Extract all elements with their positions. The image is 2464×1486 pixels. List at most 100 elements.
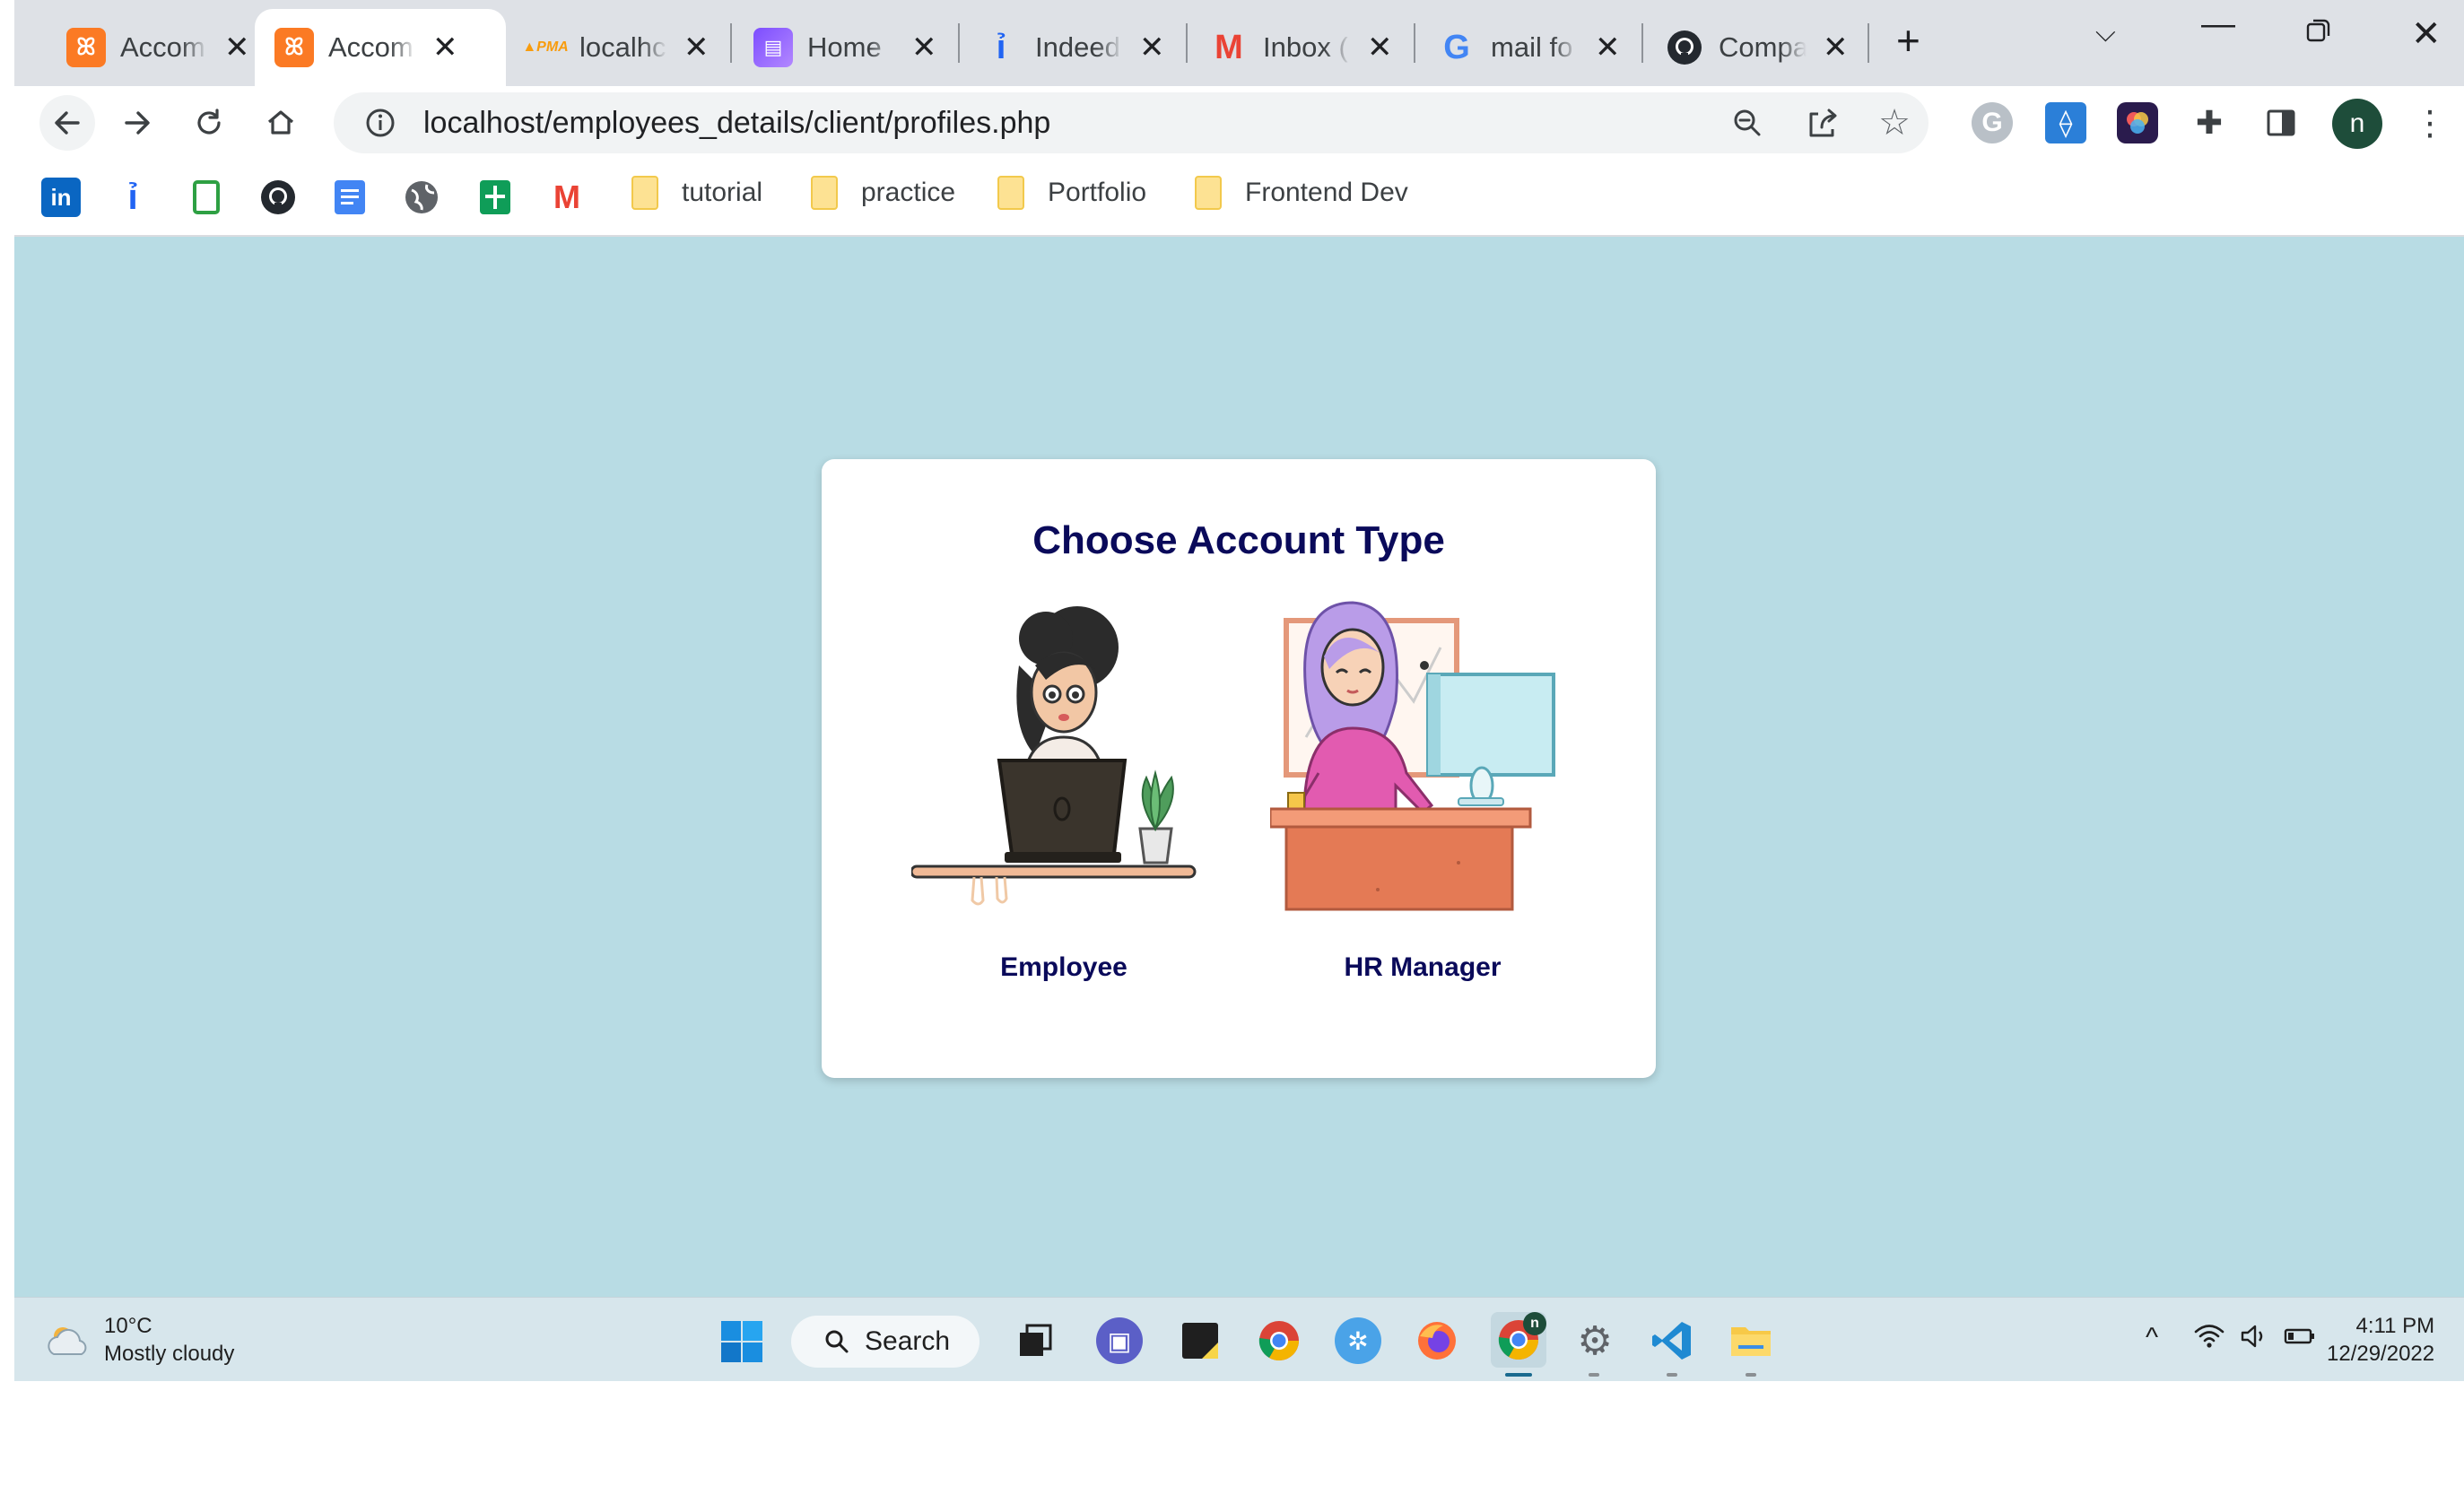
home-button[interactable] bbox=[257, 99, 305, 147]
search-icon bbox=[825, 1330, 849, 1353]
firefox-icon[interactable] bbox=[1414, 1317, 1460, 1364]
forward-button[interactable] bbox=[113, 99, 161, 147]
phpmyadmin-icon: ▲PMA bbox=[522, 39, 569, 55]
new-tab-button[interactable]: + bbox=[1896, 20, 1920, 61]
close-icon[interactable]: ✕ bbox=[432, 32, 458, 63]
tab-separator bbox=[1868, 23, 1869, 63]
settings-gear-icon[interactable]: ⚙ bbox=[1572, 1317, 1618, 1364]
system-clock[interactable]: 4:11 PM 12/29/2022 bbox=[2327, 1312, 2434, 1368]
tab-strip: ꕤ Accom ✕ ꕤ Accom ✕ ▲PMA localhc ✕ ▤ Hom… bbox=[14, 0, 2464, 86]
employee-label[interactable]: Employee bbox=[911, 952, 1216, 983]
sheets-icon[interactable] bbox=[475, 178, 515, 217]
running-indicator bbox=[1589, 1373, 1599, 1377]
tab-title: localhc bbox=[579, 31, 666, 63]
profile-avatar[interactable]: n bbox=[2332, 99, 2382, 149]
sticky-notes-icon[interactable] bbox=[1177, 1317, 1223, 1364]
indeed-icon[interactable]: ỉ bbox=[113, 178, 152, 217]
close-icon[interactable]: ✕ bbox=[224, 32, 250, 63]
tab-separator bbox=[1414, 23, 1415, 63]
weather-temperature: 10°C bbox=[104, 1314, 152, 1338]
tab-search-chevron-icon[interactable]: ⌵ bbox=[2095, 20, 2116, 47]
extensions-puzzle-icon[interactable]: ✚ bbox=[2189, 102, 2230, 143]
bookmark-star-icon[interactable]: ☆ bbox=[1873, 101, 1916, 144]
share-icon[interactable] bbox=[1801, 101, 1844, 144]
tab-6[interactable]: M Inbox ( ✕ bbox=[1189, 9, 1413, 86]
tab-title: Inbox ( bbox=[1263, 31, 1348, 63]
task-view-icon[interactable] bbox=[1012, 1317, 1058, 1364]
menu-kebab-icon[interactable]: ⋮ bbox=[2409, 102, 2451, 143]
close-icon[interactable]: ✕ bbox=[911, 32, 937, 63]
hr-manager-option[interactable]: HR Manager bbox=[1270, 594, 1575, 988]
gmail-icon[interactable]: M bbox=[547, 178, 587, 217]
bookmarks-bar: in ỉ M tutorial practice Portfolio Front… bbox=[14, 160, 2464, 237]
restore-button[interactable] bbox=[2305, 16, 2332, 50]
linkedin-icon[interactable]: in bbox=[41, 178, 81, 217]
tie-extension-icon[interactable]: ⟠ bbox=[2045, 102, 2086, 143]
url-text[interactable]: localhost/employees_details/client/profi… bbox=[423, 106, 1050, 141]
windows-taskbar: 10°C Mostly cloudy Search ▣ ✲ n ⚙ ^ 4:11… bbox=[14, 1297, 2464, 1381]
minimize-button[interactable]: — bbox=[2201, 7, 2235, 41]
folder-icon bbox=[997, 176, 1024, 210]
vscode-icon[interactable] bbox=[1649, 1317, 1695, 1364]
bookmark-folder-portfolio[interactable]: Portfolio bbox=[997, 176, 1146, 210]
github-icon bbox=[1665, 28, 1704, 67]
tab-title: Indeed bbox=[1035, 31, 1120, 63]
globe-icon[interactable] bbox=[402, 178, 441, 217]
clock-date: 12/29/2022 bbox=[2327, 1342, 2435, 1366]
battery-icon[interactable] bbox=[2284, 1323, 2316, 1357]
weather-widget[interactable]: 10°C Mostly cloudy bbox=[45, 1312, 234, 1368]
bookmark-folder-label: Portfolio bbox=[1048, 178, 1147, 207]
profile-badge: n bbox=[1523, 1312, 1546, 1335]
clapperboard-icon: ▤ bbox=[753, 28, 793, 67]
tab-1[interactable]: ꕤ Accom ✕ bbox=[47, 9, 270, 86]
tab-4[interactable]: ▤ Home ✕ bbox=[734, 9, 957, 86]
close-icon[interactable]: ✕ bbox=[1139, 32, 1165, 63]
wifi-icon[interactable] bbox=[2194, 1323, 2225, 1357]
windows-start-icon[interactable] bbox=[719, 1319, 764, 1364]
chrome-icon[interactable] bbox=[1256, 1317, 1302, 1364]
reload-button[interactable] bbox=[185, 99, 233, 147]
bookmark-folder-frontend-dev[interactable]: Frontend Dev bbox=[1195, 176, 1408, 210]
bookmark-folder-label: tutorial bbox=[682, 178, 763, 207]
tab-3[interactable]: ▲PMA localhc ✕ bbox=[506, 9, 729, 86]
browser-toolbar: localhost/employees_details/client/profi… bbox=[14, 86, 2464, 160]
bluetooth-app-icon[interactable]: ✲ bbox=[1335, 1317, 1381, 1364]
back-button[interactable] bbox=[39, 95, 95, 151]
clock-time: 4:11 PM bbox=[2355, 1314, 2435, 1338]
bookmark-folder-label: Frontend Dev bbox=[1245, 178, 1408, 207]
color-picker-extension-icon[interactable] bbox=[2117, 102, 2158, 143]
tab-5[interactable]: ỉ Indeed ✕ bbox=[962, 9, 1185, 86]
grammarly-extension-icon[interactable]: G bbox=[1972, 102, 2013, 143]
address-bar[interactable]: localhost/employees_details/client/profi… bbox=[334, 92, 1929, 153]
github-icon[interactable] bbox=[258, 178, 298, 217]
bookmark-folder-tutorial[interactable]: tutorial bbox=[631, 176, 762, 210]
tab-title: Compa bbox=[1719, 31, 1807, 63]
tab-7[interactable]: G mail fo ✕ bbox=[1417, 9, 1641, 86]
woman-at-desktop-illustration bbox=[1270, 601, 1555, 911]
tab-8[interactable]: Compa ✕ bbox=[1645, 9, 1868, 86]
taskbar-search[interactable]: Search bbox=[791, 1316, 980, 1368]
side-panel-icon[interactable] bbox=[2260, 102, 2302, 143]
bookmark-folder-practice[interactable]: practice bbox=[811, 176, 955, 210]
close-icon[interactable]: ✕ bbox=[683, 32, 710, 63]
zoom-icon[interactable] bbox=[1726, 101, 1769, 144]
teams-chat-icon[interactable]: ▣ bbox=[1096, 1317, 1143, 1364]
close-icon[interactable]: ✕ bbox=[1595, 32, 1621, 63]
close-icon[interactable]: ✕ bbox=[1367, 32, 1393, 63]
docs-icon[interactable] bbox=[330, 178, 370, 217]
running-indicator bbox=[1746, 1373, 1756, 1377]
employee-option[interactable]: Employee bbox=[911, 594, 1216, 988]
file-explorer-icon[interactable] bbox=[1728, 1317, 1774, 1364]
site-info-icon[interactable] bbox=[359, 101, 402, 144]
folder-icon bbox=[631, 176, 658, 210]
indeed-icon: ỉ bbox=[996, 28, 1006, 66]
notes-icon[interactable] bbox=[187, 178, 226, 217]
hr-manager-label[interactable]: HR Manager bbox=[1270, 952, 1575, 983]
tray-chevron-up-icon[interactable]: ^ bbox=[2146, 1323, 2158, 1353]
chrome-profile-icon[interactable]: n bbox=[1491, 1312, 1546, 1368]
close-window-button[interactable]: ✕ bbox=[2411, 16, 2442, 52]
google-icon: G bbox=[1443, 28, 1470, 66]
close-icon[interactable]: ✕ bbox=[1823, 32, 1849, 63]
volume-icon[interactable] bbox=[2239, 1323, 2269, 1357]
tab-2-active[interactable]: ꕤ Accom ✕ bbox=[255, 9, 506, 86]
